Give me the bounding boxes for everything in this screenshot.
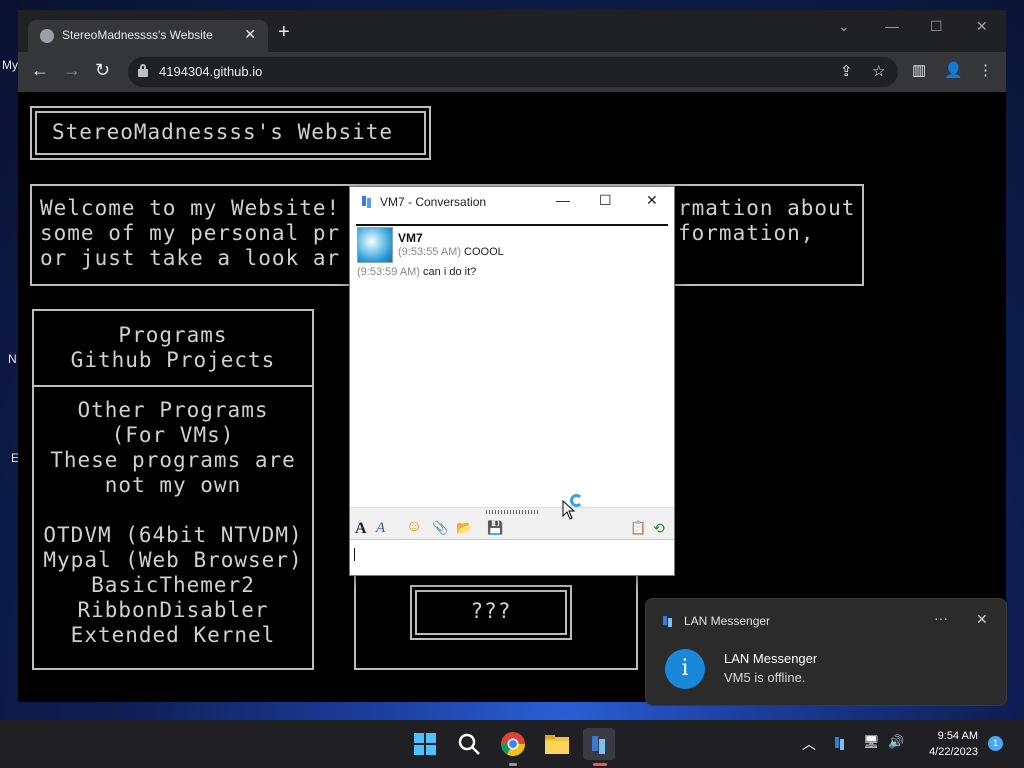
font-icon[interactable]: A [355, 520, 367, 538]
conversation-title: VM7 - Conversation [380, 195, 487, 209]
busy-spinner-icon [570, 494, 583, 507]
clock-time[interactable]: 9:54 AM [928, 730, 978, 742]
close-icon[interactable]: ✕ [244, 26, 256, 43]
address-bar[interactable]: 4194304.github.io ⇪ ☆ [128, 57, 898, 87]
message: (9:53:59 AM) can i do it? [357, 266, 477, 278]
more-options-icon[interactable]: ··· [934, 610, 948, 626]
tab-search-icon[interactable]: ⌄ [838, 18, 850, 35]
browser-tab[interactable]: StereoMadnessss's Website ✕ [28, 20, 268, 52]
menu-icon[interactable]: ⋮ [978, 61, 993, 79]
font-style-icon[interactable]: A [376, 520, 385, 537]
attach-file-icon[interactable]: 📎 [432, 520, 448, 536]
maximize-button[interactable]: ☐ [930, 18, 943, 35]
header-divider [356, 224, 668, 226]
notification-app-name: LAN Messenger [684, 614, 771, 628]
file-explorer-icon[interactable] [541, 728, 573, 760]
new-tab-button[interactable]: + [278, 22, 290, 42]
lan-messenger-taskbar-button[interactable] [583, 728, 615, 766]
attach-folder-icon[interactable]: 📂 [456, 520, 472, 536]
program-link[interactable]: Extended Kernel [34, 623, 312, 648]
back-button[interactable]: ← [31, 60, 49, 81]
conversation-titlebar[interactable]: VM7 - Conversation — ☐ ✕ [350, 187, 674, 217]
program-link[interactable]: RibbonDisabler [34, 598, 312, 623]
site-title-box: StereoMadnessss's Website [30, 106, 431, 160]
minimize-button[interactable]: — [556, 192, 570, 208]
url-text[interactable]: 4194304.github.io [159, 64, 262, 79]
messenger-tray-icon[interactable] [833, 735, 847, 751]
save-icon[interactable]: 💾 [487, 520, 503, 536]
splitter-grip[interactable] [486, 510, 540, 514]
chrome-icon[interactable] [497, 728, 529, 760]
desktop-icon-label[interactable]: My [2, 58, 18, 72]
history-icon[interactable]: ⟲ [653, 520, 665, 537]
welcome-text-continued: rmation about formation, [678, 196, 856, 245]
site-title: StereoMadnessss's Website [52, 120, 394, 144]
welcome-text: Welcome to my Website! some of my person… [40, 196, 341, 270]
reload-button[interactable]: ↻ [95, 60, 110, 81]
format-toolbar: A A ☺ 📎 📂 💾 📋 ⟲ [350, 507, 674, 539]
emoticon-icon[interactable]: ☺ [406, 518, 422, 536]
notification-toast[interactable]: LAN Messenger ··· ✕ i LAN Messenger VM5 … [645, 598, 1007, 706]
notification-count-badge[interactable]: 1 [988, 736, 1003, 751]
desktop-icon-label[interactable]: N [8, 352, 17, 366]
message-history[interactable]: VM7 (9:53:55 AM) COOOL (9:53:59 AM) can … [350, 227, 674, 507]
program-link[interactable]: Mypal (Web Browser) [34, 548, 312, 573]
secondary-panel: ??? [354, 570, 638, 670]
messenger-icon [663, 616, 672, 627]
active-indicator [593, 763, 607, 766]
close-window-button[interactable]: ✕ [976, 18, 988, 35]
conversation-window: VM7 - Conversation — ☐ ✕ VM7 (9:53:55 AM… [349, 186, 675, 576]
lock-icon[interactable] [138, 64, 148, 77]
tab-strip: StereoMadnessss's Website ✕ + ⌄ — ☐ ✕ [18, 10, 1006, 52]
message: (9:53:55 AM) COOOL [398, 246, 504, 258]
nav-link-github-projects[interactable]: Github Projects [34, 348, 312, 373]
info-icon: i [665, 649, 705, 689]
messenger-icon [592, 736, 605, 754]
avatar [357, 227, 393, 263]
maximize-button[interactable]: ☐ [599, 192, 612, 209]
copy-icon[interactable]: 📋 [630, 520, 646, 536]
taskbar: ︿ 🖥 🔊 9:54 AM 4/22/2023 [0, 720, 1024, 768]
search-icon[interactable] [453, 728, 485, 760]
bookmark-star-icon[interactable]: ☆ [872, 62, 885, 80]
clock-date[interactable]: 4/22/2023 [920, 746, 978, 758]
forward-button[interactable]: → [63, 60, 81, 81]
messenger-icon [362, 196, 371, 208]
program-link[interactable]: BasicThemer2 [34, 573, 312, 598]
text-caret [354, 548, 355, 561]
globe-icon [40, 29, 54, 43]
share-icon[interactable]: ⇪ [840, 62, 853, 80]
close-icon[interactable]: ✕ [976, 611, 988, 628]
tab-title: StereoMadnessss's Website [62, 28, 213, 42]
start-button-icon[interactable] [409, 728, 441, 760]
running-indicator [509, 763, 517, 766]
show-hidden-icons-chevron-icon[interactable]: ︿ [802, 734, 816, 754]
volume-icon[interactable]: 🔊 [888, 734, 904, 750]
minimize-button[interactable]: — [885, 18, 899, 34]
sender-name: VM7 [398, 231, 423, 245]
close-button[interactable]: ✕ [646, 192, 658, 209]
program-link[interactable]: OTDVM (64bit NTVDM) [34, 523, 312, 548]
side-panel-icon[interactable]: ▥ [912, 61, 926, 79]
browser-toolbar: ← → ↻ 4194304.github.io ⇪ ☆ ▥ 👤 ⋮ [18, 52, 1006, 92]
programs-panel: Programs Github Projects Other Programs … [32, 309, 314, 670]
notification-title: LAN Messenger [724, 651, 818, 666]
notification-body: VM5 is offline. [724, 670, 806, 685]
network-icon[interactable]: 🖥 [863, 734, 880, 750]
nav-link-programs[interactable]: Programs [34, 323, 312, 348]
message-input[interactable] [350, 539, 674, 575]
profile-icon[interactable]: 👤 [944, 61, 963, 79]
program-list: OTDVM (64bit NTVDM) Mypal (Web Browser) … [34, 523, 312, 648]
mystery-button[interactable]: ??? [410, 585, 572, 640]
other-programs-header: Other Programs (For VMs) These programs … [50, 398, 296, 497]
